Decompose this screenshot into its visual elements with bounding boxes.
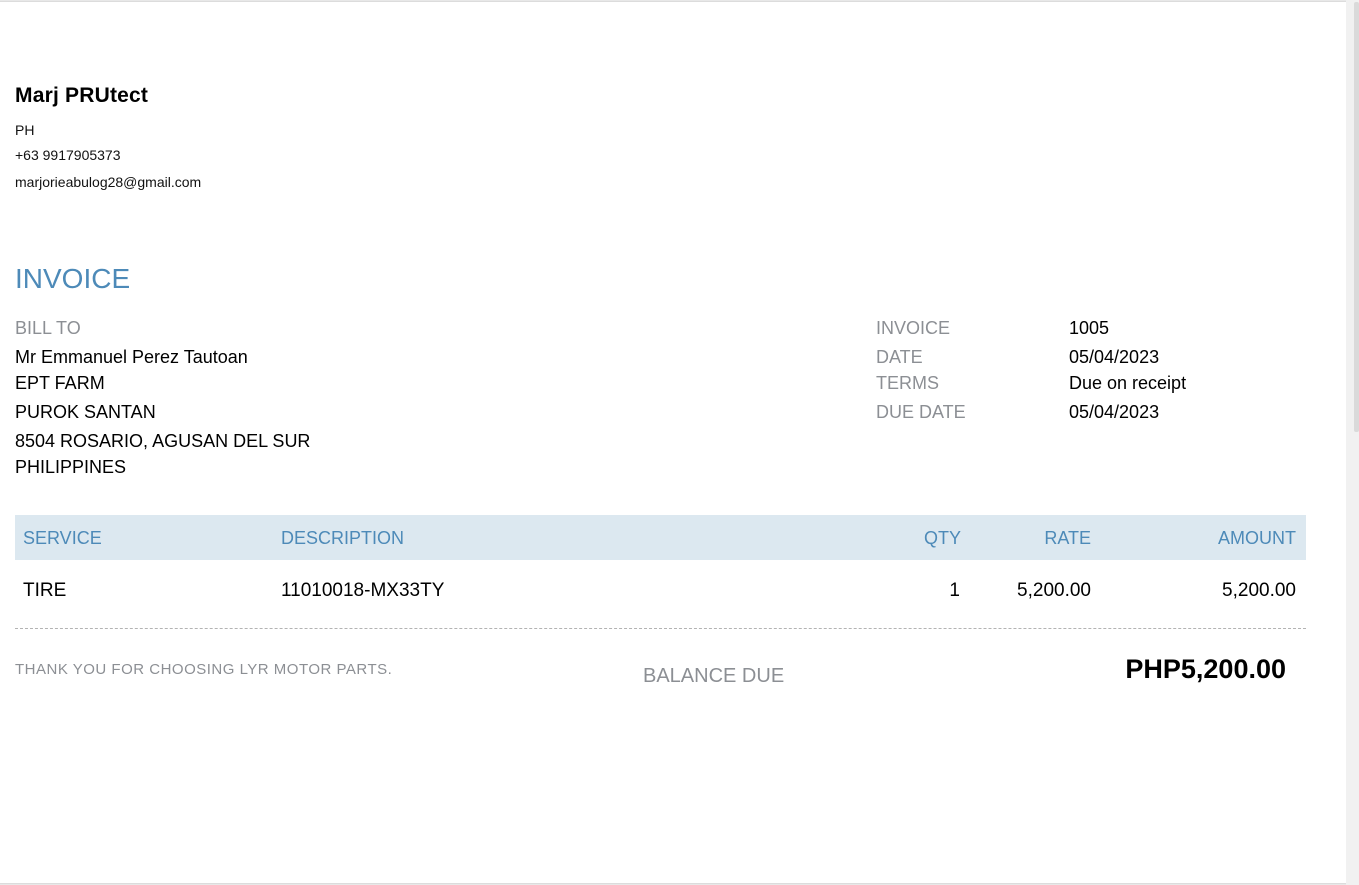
bill-to-street: PUROK SANTAN bbox=[15, 402, 156, 422]
vertical-scrollbar[interactable] bbox=[1346, 0, 1359, 885]
company-country: PH bbox=[15, 122, 35, 138]
invoice-number-label: INVOICE bbox=[876, 318, 951, 338]
divider bbox=[15, 628, 1306, 629]
row-service: TIRE bbox=[23, 580, 67, 601]
date-label: DATE bbox=[876, 347, 923, 367]
company-email: marjorieabulog28@gmail.com bbox=[15, 174, 202, 190]
bill-to-company: EPT FARM bbox=[15, 373, 105, 393]
bill-to-label: BILL TO bbox=[15, 318, 81, 338]
invoice-title: INVOICE bbox=[15, 263, 131, 294]
row-qty: 1 bbox=[949, 580, 960, 601]
row-description: 11010018-MX33TY bbox=[281, 580, 445, 601]
company-phone: +63 9917905373 bbox=[15, 147, 121, 163]
due-date-value: 05/04/2023 bbox=[1069, 402, 1160, 422]
bill-to-city: 8504 ROSARIO, AGUSAN DEL SUR bbox=[15, 431, 311, 451]
column-header-service: SERVICE bbox=[23, 528, 102, 548]
table-header: SERVICE DESCRIPTION QTY RATE AMOUNT bbox=[15, 515, 1306, 560]
balance-due-label: BALANCE DUE bbox=[643, 665, 785, 687]
row-rate: 5,200.00 bbox=[1017, 580, 1091, 601]
bill-to-country: PHILIPPINES bbox=[15, 457, 127, 477]
invoice-number-value: 1005 bbox=[1069, 318, 1110, 338]
due-date-label: DUE DATE bbox=[876, 402, 966, 422]
column-header-qty: QTY bbox=[923, 528, 961, 548]
terms-label: TERMS bbox=[876, 373, 939, 393]
row-amount: 5,200.00 bbox=[1222, 580, 1296, 601]
column-header-description: DESCRIPTION bbox=[281, 528, 405, 548]
company-name: Marj PRUtect bbox=[15, 84, 149, 107]
invoice-page: Marj PRUtect PH +63 9917905373 marjoriea… bbox=[0, 1, 1346, 884]
thank-you-note: THANK YOU FOR CHOOSING LYR MOTOR PARTS. bbox=[15, 661, 393, 678]
terms-value: Due on receipt bbox=[1069, 373, 1187, 393]
balance-due-amount: PHP5,200.00 bbox=[1125, 654, 1286, 684]
column-header-amount: AMOUNT bbox=[1218, 528, 1296, 548]
date-value: 05/04/2023 bbox=[1069, 347, 1160, 367]
column-header-rate: RATE bbox=[1044, 528, 1091, 548]
bill-to-name: Mr Emmanuel Perez Tautoan bbox=[15, 347, 248, 367]
scrollbar-thumb[interactable] bbox=[1354, 2, 1359, 432]
